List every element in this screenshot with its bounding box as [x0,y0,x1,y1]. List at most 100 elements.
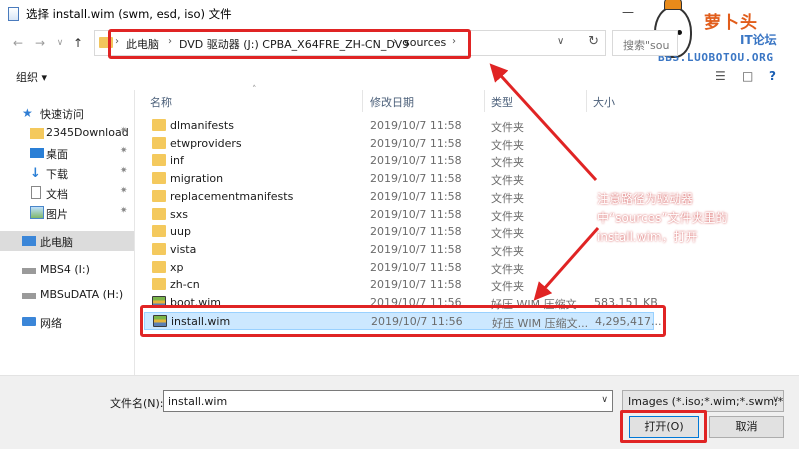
computer-icon [22,236,36,246]
desktop-icon [30,148,44,158]
column-separator[interactable] [362,90,363,112]
file-date: 2019/10/7 11:58 [370,136,462,150]
file-row-migration[interactable]: migration 2019/10/7 11:58 文件夹 [144,170,654,188]
file-type: 文件夹 [491,174,524,188]
cancel-button[interactable]: 取消 [709,416,784,438]
file-row-etwproviders[interactable]: etwproviders 2019/10/7 11:58 文件夹 [144,135,654,153]
sidebar-item-label: 快速访问 [40,108,84,121]
sidebar-item-mbsudata[interactable]: MBSuDATA (H:) [0,285,134,305]
column-header-name[interactable]: 名称 [150,94,172,110]
pin-icon[interactable]: ✷ [120,146,128,156]
document-icon [31,186,41,199]
file-date: 2019/10/7 11:58 [370,154,462,168]
sidebar-item-label: MBSuDATA (H:) [40,288,124,301]
file-type-filter[interactable]: Images (*.iso;*.wim;*.swm;*.e ∨ [622,390,784,412]
column-separator[interactable] [586,90,587,112]
folder-icon [152,242,166,255]
recent-locations-icon[interactable]: ∨ [52,35,68,51]
sidebar-item-label: 图片 [46,208,68,221]
folder-icon [152,189,166,202]
forward-icon[interactable]: → [32,35,48,51]
download-icon: ↓ [30,166,41,181]
drive-icon [22,293,36,299]
sidebar-item-pictures[interactable]: 图片 ✷ [0,203,134,223]
file-type: 文件夹 [491,227,524,241]
file-date: 2019/10/7 11:58 [370,278,462,292]
folder-icon [152,260,166,273]
file-row-sxs[interactable]: sxs 2019/10/7 11:58 文件夹 [144,206,654,224]
file-type: 文件夹 [491,156,524,170]
sidebar-item-network[interactable]: 网络 [0,312,134,332]
file-row-dlmanifests[interactable]: dlmanifests 2019/10/7 11:58 文件夹 [144,117,654,135]
folder-icon [152,278,166,291]
sidebar-item-this-pc[interactable]: 此电脑 [0,231,134,251]
filter-value: Images (*.iso;*.wim;*.swm;*.e [628,395,784,408]
sidebar-item-documents[interactable]: 文档 ✷ [0,183,134,203]
column-separator[interactable] [484,90,485,112]
help-icon[interactable]: ? [769,69,776,83]
file-date: 2019/10/7 11:58 [370,189,462,203]
back-icon[interactable]: ← [10,35,26,51]
view-options-icon[interactable]: ☰ [715,69,726,83]
pin-icon[interactable]: ✷ [120,186,128,196]
file-row-inf[interactable]: inf 2019/10/7 11:58 文件夹 [144,152,654,170]
folder-icon [152,154,166,167]
sidebar-item-mbs4[interactable]: MBS4 (I:) [0,260,134,280]
folder-icon [152,225,166,238]
up-icon[interactable]: ↑ [70,35,86,51]
annotation-line: install.wim，打开 [597,230,698,244]
sidebar-item-desktop[interactable]: 桌面 ✷ [0,143,134,163]
sort-ascending-icon: ˄ [252,85,257,95]
file-row-uup[interactable]: uup 2019/10/7 11:58 文件夹 [144,223,654,241]
sidebar-item-2345download[interactable]: 2345Download ✷ [0,123,134,143]
sidebar-item-label: 网络 [40,317,62,330]
sidebar-item-label: 下载 [46,168,68,181]
minimize-button[interactable]: — [622,5,634,19]
organize-menu[interactable]: 组织 ▾ [16,69,47,85]
file-row-xp[interactable]: xp 2019/10/7 11:58 文件夹 [144,259,654,277]
file-name: xp [170,260,184,274]
sidebar-item-label: 此电脑 [40,236,73,249]
preview-pane-icon[interactable]: □ [742,69,753,83]
column-header-date[interactable]: 修改日期 [370,94,414,110]
filename-value: install.wim [168,395,228,408]
folder-icon [152,136,166,149]
column-header-size[interactable]: 大小 [593,94,615,110]
file-name: uup [170,225,191,239]
window-title: 选择 install.wim (swm, esd, iso) 文件 [26,7,232,21]
refresh-icon[interactable]: ↻ [588,34,599,49]
chevron-down-icon[interactable]: ∨ [772,395,779,405]
folder-icon [152,207,166,220]
file-row-vista[interactable]: vista 2019/10/7 11:58 文件夹 [144,241,654,259]
file-date: 2019/10/7 11:58 [370,260,462,274]
network-icon [22,317,36,326]
file-type: 文件夹 [491,244,524,258]
column-header-type[interactable]: 类型 [491,94,513,110]
pin-icon[interactable]: ✷ [120,166,128,176]
pane-divider[interactable] [134,90,135,375]
file-type: 文件夹 [491,191,524,205]
sidebar-item-downloads[interactable]: ↓ 下载 ✷ [0,163,134,183]
sidebar-item-quick-access[interactable]: ★ 快速访问 [0,103,134,123]
sidebar-item-label: MBS4 (I:) [40,263,90,276]
sidebar-item-label: 桌面 [46,148,68,161]
pin-icon[interactable]: ✷ [120,206,128,216]
file-type: 文件夹 [491,121,524,134]
sidebar-item-label: 2345Download [46,126,129,139]
file-row-zh-cn[interactable]: zh-cn 2019/10/7 11:58 文件夹 [144,276,654,294]
address-dropdown-icon[interactable]: ∨ [557,36,564,47]
search-input[interactable]: 搜索"sou [612,30,678,56]
pin-icon[interactable]: ✷ [120,126,128,136]
file-row-replacementmanifests[interactable]: replacementmanifests 2019/10/7 11:58 文件夹 [144,188,654,206]
sidebar-item-label: 文档 [46,188,68,201]
file-type: 文件夹 [491,280,524,294]
navigation-pane: ★ 快速访问 2345Download ✷ 桌面 ✷ ↓ 下载 ✷ 文档 ✷ 图… [0,90,134,375]
filename-label: 文件名(N): [110,397,164,410]
file-name: sxs [170,207,188,221]
app-icon [8,7,19,21]
folder-icon [30,128,44,139]
picture-icon [30,206,44,219]
chevron-down-icon[interactable]: ∨ [601,395,608,405]
folder-icon [152,172,166,185]
filename-input[interactable]: install.wim ∨ [163,390,613,412]
